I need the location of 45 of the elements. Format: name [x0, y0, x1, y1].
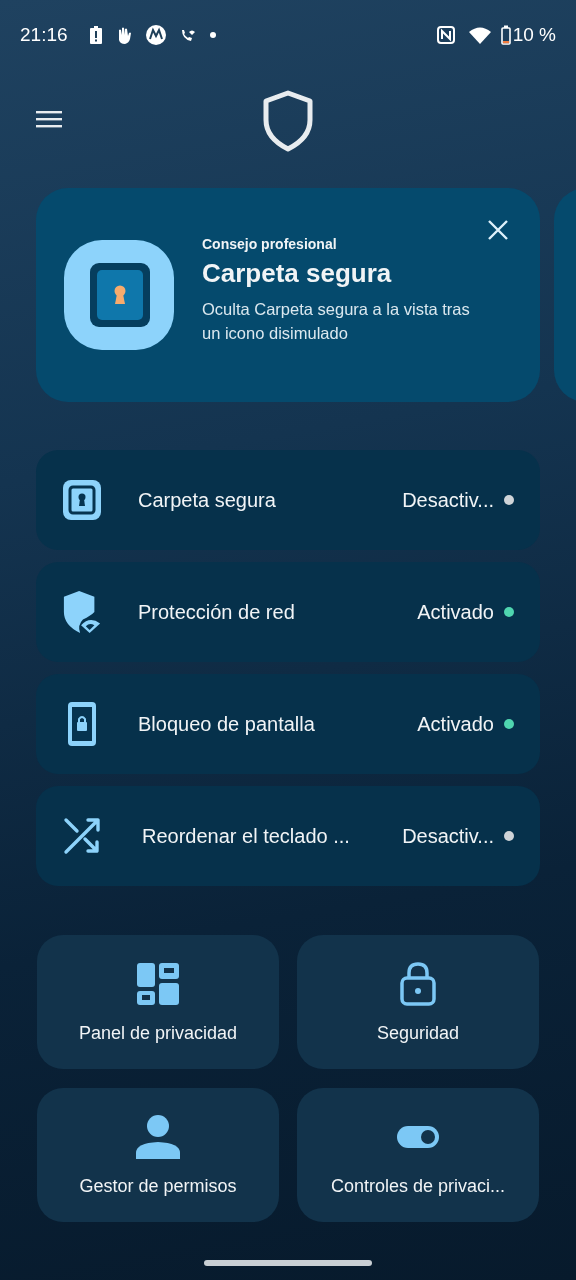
dashboard-icon	[137, 962, 179, 1005]
tile-label: Gestor de permisos	[79, 1175, 237, 1197]
close-icon[interactable]	[488, 220, 508, 240]
tip-eyebrow: Consejo profesional	[202, 235, 338, 252]
feature-row[interactable]: Carpeta segura Desactiv...	[36, 450, 540, 550]
tip-title: Carpeta segura	[202, 257, 393, 289]
feature-row[interactable]: Reordenar el teclado ... Desactiv...	[36, 786, 540, 886]
status-time: 21:16	[20, 24, 68, 46]
shuffle-icon	[63, 817, 101, 855]
tile-label: Controles de privaci...	[330, 1175, 506, 1197]
secure-folder-icon	[64, 240, 174, 350]
shortcut-tile[interactable]: Panel de privacidad	[37, 935, 279, 1069]
shortcut-tile[interactable]: Seguridad	[297, 935, 539, 1069]
feature-row[interactable]: Protección de red Activado	[36, 562, 540, 662]
wifi-call-icon	[179, 27, 196, 43]
feature-status: Activado	[417, 712, 494, 736]
tile-label: Seguridad	[376, 1022, 460, 1044]
battery-alert-icon	[89, 26, 102, 44]
feature-label: Protección de red	[138, 600, 296, 624]
toggle-icon	[397, 1125, 439, 1148]
keyhole-icon	[63, 480, 101, 520]
battery-percent: 10 %	[512, 24, 556, 46]
feature-status: Desactiv...	[402, 824, 494, 848]
feature-label: Bloqueo de pantalla	[138, 712, 316, 736]
shortcut-tile[interactable]: Controles de privaci...	[297, 1088, 539, 1222]
menu-icon[interactable]	[36, 110, 62, 128]
shortcut-tile[interactable]: Gestor de permisos	[37, 1088, 279, 1222]
tip-card[interactable]: Consejo profesional Carpeta segura Oculta Carpeta segura a la vista tras un icono disimulado	[36, 188, 540, 402]
feature-label: Carpeta segura	[138, 488, 277, 512]
lock-icon	[400, 961, 436, 1006]
dot-icon	[209, 32, 216, 38]
shield-icon	[262, 90, 314, 152]
battery-icon	[500, 25, 511, 45]
logo-icon	[145, 25, 166, 45]
feature-row[interactable]: Bloqueo de pantalla Activado	[36, 674, 540, 774]
shield-wifi-icon	[62, 590, 102, 634]
nfc-icon	[436, 26, 455, 44]
feature-status: Desactiv...	[402, 488, 494, 512]
person-icon	[136, 1114, 180, 1159]
feature-status: Activado	[417, 600, 494, 624]
phone-lock-icon	[68, 702, 96, 746]
feature-label: Reordenar el teclado ...	[142, 824, 351, 848]
tile-label: Panel de privacidad	[78, 1022, 238, 1044]
tip-description: Oculta Carpeta segura a la vista tras un icono disimulado	[202, 298, 471, 344]
wifi-icon	[468, 26, 491, 44]
